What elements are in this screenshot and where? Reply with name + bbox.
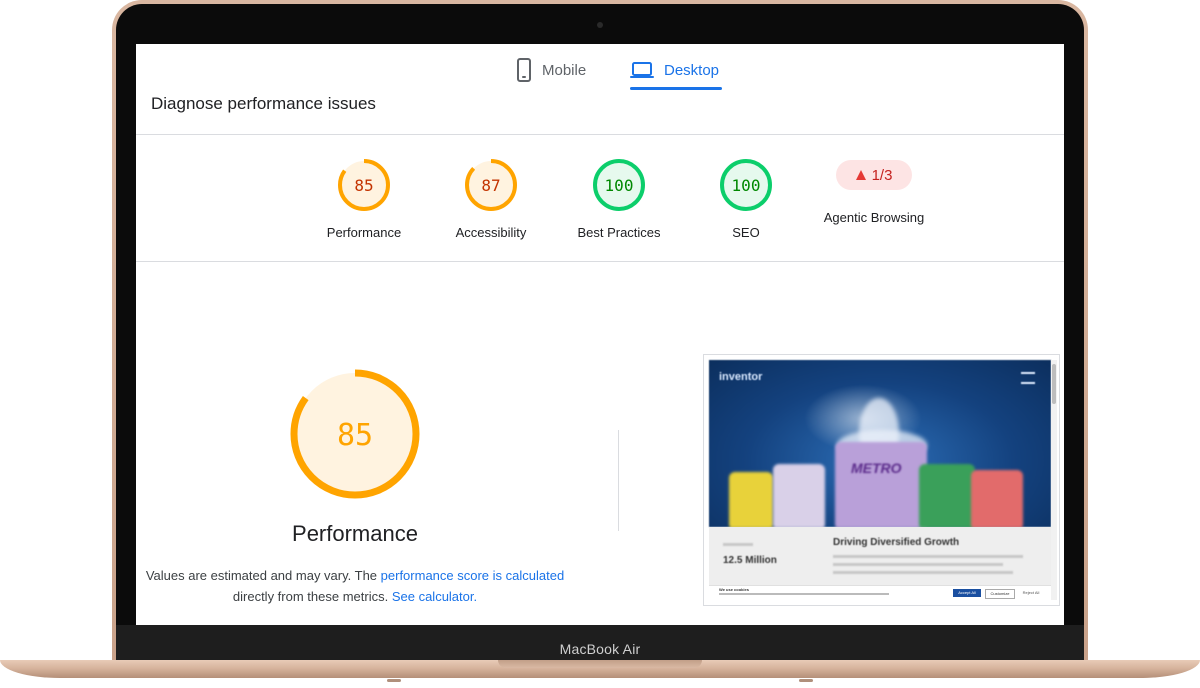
screenshot-text-block [833,555,1023,558]
menu-icon [1021,372,1035,384]
gauges-divider [136,261,1064,262]
tab-mobile-label: Mobile [542,61,587,79]
warning-triangle-icon [855,170,866,180]
laptop-foot-left [387,679,401,682]
phone-icon [517,58,531,82]
laptop-icon [630,62,654,78]
cookie-customize-button: Customize [985,589,1015,599]
screenshot-pack [729,472,773,528]
laptop-brand-label: MacBook Air [559,641,641,657]
gauge-accessibility-ring: 87 [465,159,517,211]
gauge-seo-label: SEO [732,225,760,240]
gauge-agentic-browsing-label: Agentic Browsing [823,210,925,225]
screenshot-hero: METRO inventor [709,360,1051,528]
tab-desktop-label: Desktop [664,61,720,79]
laptop-foot-right [799,679,813,682]
gauge-agentic-browsing[interactable]: 1/3 Agentic Browsing [814,158,934,225]
main-performance-score: 85 [337,418,373,453]
screenshot-pack [835,442,927,528]
agentic-browsing-score: 1/3 [871,166,893,184]
camera-icon [597,22,603,28]
gauge-seo-score: 100 [732,176,761,195]
gauge-accessibility-score: 87 [481,176,500,195]
gauge-accessibility-label: Accessibility [455,225,527,240]
cookie-text [719,593,889,595]
device-tabs: Mobile Desktop [136,44,1064,90]
tab-mobile[interactable]: Mobile [516,52,586,88]
cookie-title: We use cookies [719,587,749,592]
screenshot-scrollbar [1051,360,1057,600]
performance-note: Values are estimated and may vary. The p… [136,565,574,607]
screenshot-text-block [833,563,1003,566]
screenshot-pack [773,464,825,528]
screenshot-pack [919,464,975,528]
screenshot-lower-section: 12.5 Million Driving Diversified Growth [709,527,1051,585]
screenshot-text-block [833,571,1013,574]
browser-screen: Mobile Desktop Diagnose performance issu… [136,44,1064,625]
note-prefix: Values are estimated and may vary. The [145,568,381,583]
screenshot-heading: Driving Diversified Growth [833,537,960,548]
score-calculation-link[interactable]: performance score is calculated [381,568,565,583]
screenshot-logo: inventor [719,371,763,383]
vertical-separator [618,430,619,531]
see-calculator-link[interactable]: See calculator. [392,589,477,604]
laptop-notch [498,660,702,668]
tab-desktop[interactable]: Desktop [630,52,719,88]
screenshot-text-block [723,543,753,546]
gauge-best-practices-label: Best Practices [577,225,661,240]
active-tab-indicator [630,87,722,90]
gauge-best-practices[interactable]: 100 Best Practices [559,158,679,240]
header-divider [136,134,1064,135]
gauge-performance-ring: 85 [338,159,390,211]
gauge-performance-score: 85 [354,176,373,195]
gauge-performance-label: Performance [326,225,402,240]
page-screenshot-thumbnail[interactable]: METRO inventor 12.5 Million Driving Dive… [703,354,1060,606]
main-performance-title: Performance [292,521,418,546]
category-gauges: 85 Performance 87 Accessibility 100 Best… [136,158,1064,248]
screenshot-scrollbar-thumb [1052,364,1056,404]
agentic-browsing-badge: 1/3 [836,160,912,190]
cookie-accept-button: Accept All [953,589,981,597]
gauge-best-practices-ring: 100 [593,159,645,211]
gauge-seo-ring: 100 [720,159,772,211]
section-title: Diagnose performance issues [151,94,376,113]
cookie-reject-button: Reject All [1022,590,1040,595]
gauge-accessibility[interactable]: 87 Accessibility [431,158,551,240]
screenshot-cookie-banner: We use cookies Accept All Customize Reje… [709,585,1051,600]
screenshot-pack [971,470,1023,528]
gauge-best-practices-score: 100 [605,176,634,195]
screenshot-stat: 12.5 Million [723,555,777,566]
gauge-seo[interactable]: 100 SEO [686,158,806,240]
gauge-performance[interactable]: 85 Performance [304,158,424,240]
main-performance-gauge: 85 [290,369,420,499]
note-middle: directly from these metrics. [232,589,392,604]
screenshot-pack-label: METRO [851,460,902,476]
